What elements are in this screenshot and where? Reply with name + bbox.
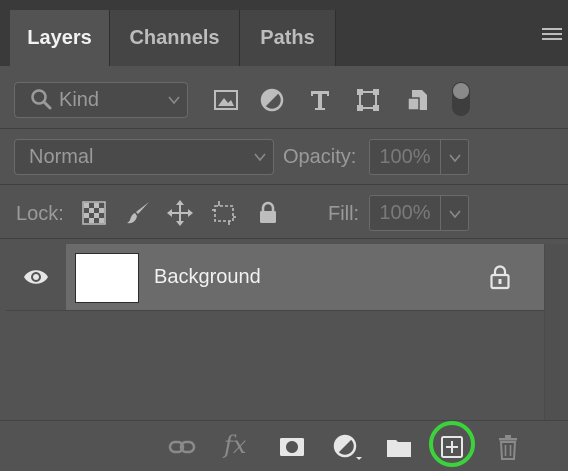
filter-kind-select[interactable]: Kind xyxy=(14,82,188,118)
lock-transparent-pixels-icon[interactable] xyxy=(80,199,108,227)
eye-icon xyxy=(24,270,48,284)
filter-kind-label: Kind xyxy=(59,88,100,111)
divider xyxy=(0,184,568,185)
opacity-field[interactable]: 100% xyxy=(369,139,441,175)
layer-row[interactable]: Background xyxy=(6,244,544,311)
blend-mode-value: Normal xyxy=(29,145,94,168)
opacity-label: Opacity: xyxy=(283,146,357,168)
chevron-down-icon xyxy=(254,153,266,162)
adjustment-filter-icon[interactable] xyxy=(258,86,286,114)
new-group-icon[interactable] xyxy=(385,433,413,461)
tab-layers[interactable]: Layers xyxy=(10,10,110,66)
chevron-down-icon xyxy=(168,96,180,105)
type-filter-icon[interactable] xyxy=(306,86,334,114)
layers-list: Background xyxy=(6,244,544,420)
layers-bottom-bar: fx xyxy=(0,420,568,471)
search-icon xyxy=(31,89,52,110)
smart-object-filter-icon[interactable] xyxy=(404,86,432,114)
opacity-dropdown[interactable] xyxy=(441,139,469,175)
layer-thumbnail[interactable] xyxy=(75,253,139,303)
new-layer-highlight xyxy=(429,421,475,467)
opacity-value: 100% xyxy=(379,145,431,168)
chevron-down-icon xyxy=(449,210,461,219)
lock-artboard-icon[interactable] xyxy=(210,199,238,227)
new-adjustment-layer-icon[interactable] xyxy=(332,433,366,461)
add-mask-icon[interactable] xyxy=(278,433,306,461)
delete-layer-icon[interactable] xyxy=(494,433,522,461)
divider xyxy=(0,128,568,129)
fx-label: fx xyxy=(224,431,247,459)
shape-filter-icon[interactable] xyxy=(354,86,382,114)
tab-channels-label: Channels xyxy=(129,26,220,49)
toggle-knob xyxy=(453,83,469,99)
lock-image-pixels-icon[interactable] xyxy=(124,199,152,227)
filter-toggle[interactable] xyxy=(452,82,470,116)
panel-menu-icon[interactable] xyxy=(542,28,562,42)
tab-channels[interactable]: Channels xyxy=(110,10,240,66)
fill-dropdown[interactable] xyxy=(441,195,469,231)
tab-bar: Layers Channels Paths xyxy=(0,0,568,66)
lock-position-icon[interactable] xyxy=(166,199,194,227)
blend-mode-select[interactable]: Normal xyxy=(14,139,274,175)
fx-icon[interactable]: fx xyxy=(224,431,252,459)
lock-label: Lock: xyxy=(16,203,64,225)
lock-all-icon[interactable] xyxy=(254,199,282,227)
fill-value: 100% xyxy=(379,201,431,224)
visibility-toggle[interactable] xyxy=(6,244,66,310)
fill-label: Fill: xyxy=(328,203,360,225)
tab-layers-label: Layers xyxy=(27,26,92,49)
fill-field[interactable]: 100% xyxy=(369,195,441,231)
tab-paths-label: Paths xyxy=(260,26,315,49)
layer-name[interactable]: Background xyxy=(154,266,261,289)
layer-lock-icon[interactable] xyxy=(488,264,512,290)
tab-paths[interactable]: Paths xyxy=(240,10,336,66)
layers-scrollbar[interactable] xyxy=(544,244,568,420)
link-layers-icon[interactable] xyxy=(168,433,196,461)
chevron-down-icon xyxy=(449,154,461,163)
image-filter-icon[interactable] xyxy=(212,86,240,114)
divider xyxy=(0,238,568,239)
